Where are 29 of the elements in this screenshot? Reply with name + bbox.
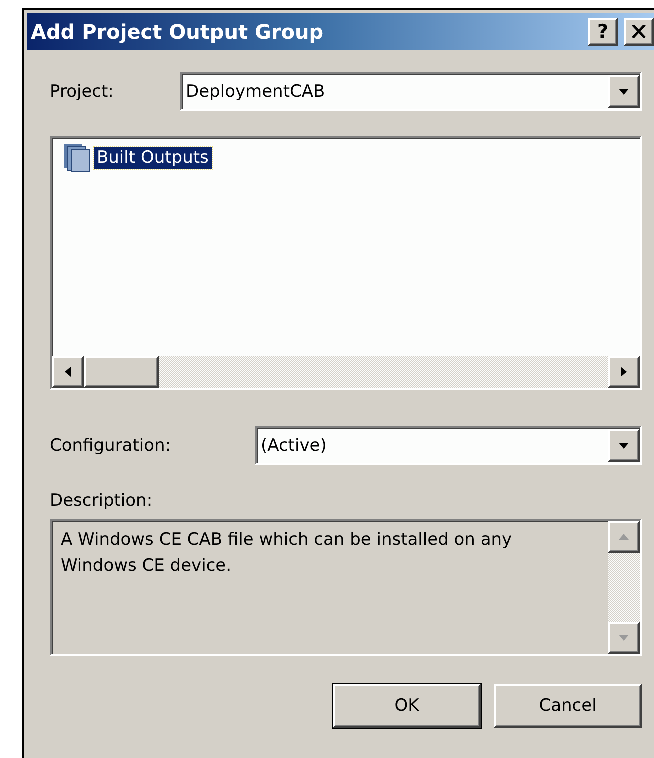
description-text: A Windows CE CAB file which can be installed on any Windows CE device. (61, 529, 514, 578)
caret-icon (619, 88, 629, 94)
help-button[interactable]: ? (588, 18, 618, 46)
configuration-value: (Active) (261, 436, 327, 456)
window-title: Add Project Output Group (31, 20, 324, 44)
dropdown-button[interactable] (608, 75, 640, 108)
description-label: Description: (50, 491, 154, 511)
project-label: Project: (50, 82, 115, 102)
close-button[interactable] (624, 18, 654, 46)
scroll-up-button[interactable] (608, 521, 640, 553)
down-arrow-icon (619, 635, 629, 641)
scroll-left-button[interactable] (52, 356, 84, 388)
scroll-down-button[interactable] (608, 622, 640, 654)
configuration-combobox[interactable]: (Active) (255, 426, 642, 465)
caret-icon (619, 442, 629, 448)
dialog-button[interactable]: OK (333, 684, 481, 728)
scroll-right-button[interactable] (608, 356, 640, 388)
horizontal-scrollbar[interactable] (52, 356, 640, 388)
configuration-label: Configuration: (50, 436, 172, 456)
project-combobox[interactable]: DeploymentCAB (180, 72, 642, 111)
project-value: DeploymentCAB (186, 82, 326, 102)
dropdown-button[interactable] (608, 429, 640, 462)
right-arrow-icon (621, 367, 627, 377)
close-icon (632, 25, 646, 38)
stacked-pages-icon (62, 142, 92, 174)
dialog-button[interactable]: Cancel (494, 684, 642, 728)
up-arrow-icon (619, 534, 629, 540)
scroll-thumb[interactable] (84, 356, 159, 388)
left-arrow-icon (65, 367, 71, 377)
